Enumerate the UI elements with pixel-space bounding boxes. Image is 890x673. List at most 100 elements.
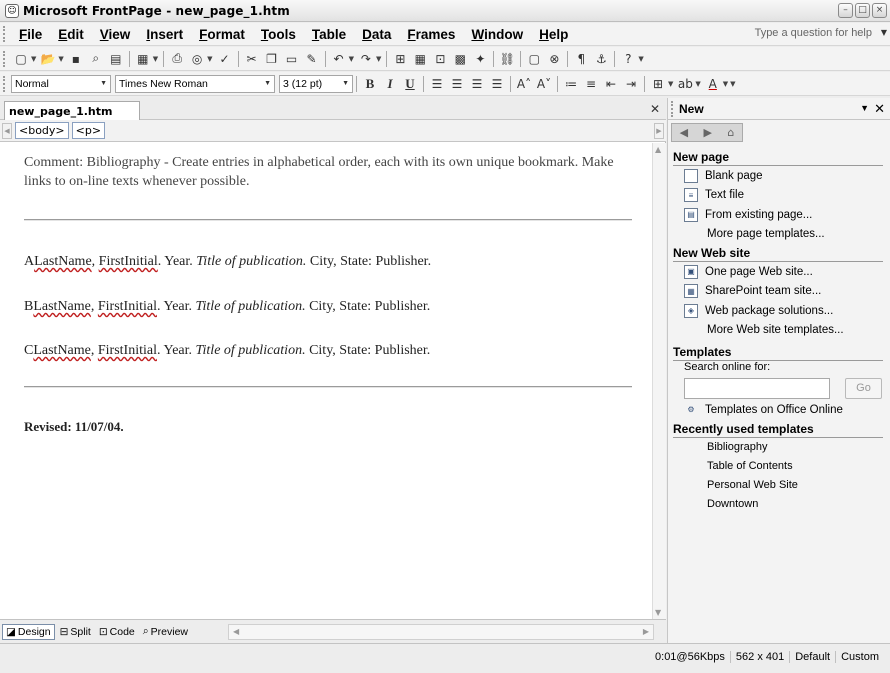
refresh-icon[interactable]: ▢ bbox=[525, 50, 543, 68]
recent-template-link[interactable]: Downtown bbox=[668, 495, 890, 514]
quick-tag-scroll-right-icon[interactable]: ▶ bbox=[654, 123, 664, 139]
decrease-font-icon[interactable]: A˅ bbox=[535, 75, 553, 93]
show-all-icon[interactable]: ¶ bbox=[572, 50, 590, 68]
menu-help[interactable]: Help bbox=[531, 27, 576, 42]
stop-icon[interactable]: ⊗ bbox=[545, 50, 563, 68]
menu-table[interactable]: Table bbox=[304, 27, 354, 42]
go-button[interactable]: Go bbox=[845, 377, 882, 399]
undo-icon[interactable]: ↶ bbox=[330, 50, 348, 68]
home-icon[interactable]: ⌂ bbox=[727, 126, 734, 139]
menu-view[interactable]: View bbox=[92, 27, 139, 42]
templates-office-online-link[interactable]: ⚙ Templates on Office Online bbox=[668, 400, 890, 420]
design-view-button[interactable]: ◪ Design bbox=[2, 623, 55, 640]
preview-icon[interactable]: ◎ bbox=[188, 50, 206, 68]
menu-frames[interactable]: Frames bbox=[399, 27, 463, 42]
paste-icon[interactable]: ▭ bbox=[283, 50, 301, 68]
scroll-up-icon[interactable]: ▲ bbox=[655, 145, 661, 154]
task-pane-grip[interactable] bbox=[671, 100, 676, 117]
design-view[interactable]: Comment: Bibliography - Create entries i… bbox=[0, 143, 652, 619]
split-view-button[interactable]: ⊟ Split bbox=[57, 625, 94, 639]
highlight-icon[interactable]: ab bbox=[676, 75, 694, 93]
font-color-icon[interactable]: A bbox=[704, 75, 722, 93]
bibliography-entry[interactable]: CLastName, FirstInitial. Year. Title of … bbox=[24, 342, 430, 360]
close-document-icon[interactable]: ✕ bbox=[650, 102, 660, 116]
one-page-web-site-link[interactable]: ▣ One page Web site... bbox=[668, 262, 890, 282]
horizontal-rule[interactable] bbox=[24, 219, 632, 221]
forward-icon[interactable]: ▶ bbox=[704, 126, 712, 139]
bold-icon[interactable]: B bbox=[361, 75, 379, 93]
sharepoint-team-site-link[interactable]: ▦ SharePoint team site... bbox=[668, 282, 890, 302]
copy-icon[interactable]: ❐ bbox=[263, 50, 281, 68]
menu-edit[interactable]: Edit bbox=[50, 27, 92, 42]
help-icon[interactable]: ? bbox=[619, 50, 637, 68]
menu-insert[interactable]: Insert bbox=[138, 27, 191, 42]
toolbar-options-icon[interactable]: ▼ bbox=[730, 80, 735, 88]
close-task-pane-icon[interactable]: ✕ bbox=[874, 101, 885, 117]
menu-tools[interactable]: Tools bbox=[253, 27, 304, 42]
quick-tag-scroll-left-icon[interactable]: ◀ bbox=[2, 122, 12, 139]
document-tab[interactable]: new_page_1.htm bbox=[4, 101, 140, 121]
menu-window[interactable]: Window bbox=[463, 27, 531, 42]
align-center-icon[interactable]: ☰ bbox=[448, 75, 466, 93]
download-time-status[interactable]: 0:01@56Kbps bbox=[650, 651, 730, 663]
menu-file[interactable]: File bbox=[11, 27, 50, 42]
open-dropdown-icon[interactable]: ▼ bbox=[58, 55, 63, 63]
redo-icon[interactable]: ↷ bbox=[357, 50, 375, 68]
find-icon[interactable]: ⌕ bbox=[87, 50, 105, 68]
new-page-icon[interactable]: ▢ bbox=[12, 50, 30, 68]
hyperlink-icon[interactable]: ⛓ bbox=[498, 50, 516, 68]
quick-tag-body[interactable]: <body> bbox=[15, 122, 69, 139]
ask-question-box[interactable]: Type a question for help bbox=[755, 27, 872, 39]
ask-dropdown-icon[interactable]: ▼ bbox=[881, 28, 887, 37]
toolbar-grip[interactable] bbox=[3, 50, 8, 67]
recent-template-link[interactable]: Bibliography bbox=[668, 438, 890, 457]
menu-grip[interactable] bbox=[3, 26, 8, 42]
insert-layer-icon[interactable]: ⊡ bbox=[431, 50, 449, 68]
increase-indent-icon[interactable]: ⇥ bbox=[622, 75, 640, 93]
quick-tag-p[interactable]: <p> bbox=[71, 122, 106, 139]
publish-icon[interactable]: ▦ bbox=[134, 50, 152, 68]
bullets-icon[interactable]: ≡ bbox=[582, 75, 600, 93]
horizontal-rule[interactable] bbox=[24, 386, 632, 388]
italic-icon[interactable]: I bbox=[381, 75, 399, 93]
maximize-button[interactable]: □ bbox=[855, 3, 870, 18]
page-size-status[interactable]: 562 x 401 bbox=[729, 651, 789, 663]
insert-table-icon[interactable]: ▦ bbox=[411, 50, 429, 68]
folder-list-icon[interactable]: ▤ bbox=[107, 50, 125, 68]
from-existing-page-link[interactable]: ▤ From existing page... bbox=[668, 205, 890, 225]
vertical-scrollbar[interactable]: ▲ ▼ bbox=[652, 143, 666, 619]
task-pane-menu-icon[interactable]: ▼ bbox=[860, 103, 869, 113]
toolbar-options-icon[interactable]: ▼ bbox=[638, 55, 643, 63]
custom-status[interactable]: Custom bbox=[835, 651, 884, 663]
revised-date[interactable]: Revised: 11/07/04. bbox=[24, 419, 124, 435]
bibliography-entry[interactable]: BLastName, FirstInitial. Year. Title of … bbox=[24, 298, 430, 316]
align-right-icon[interactable]: ☰ bbox=[468, 75, 486, 93]
new-dropdown-icon[interactable]: ▼ bbox=[31, 55, 36, 63]
decrease-indent-icon[interactable]: ⇤ bbox=[602, 75, 620, 93]
align-left-icon[interactable]: ☰ bbox=[428, 75, 446, 93]
numbering-icon[interactable]: ≔ bbox=[562, 75, 580, 93]
justify-icon[interactable]: ☰ bbox=[488, 75, 506, 93]
layer-anchor-icon[interactable]: ⚓ bbox=[592, 50, 610, 68]
style-select[interactable]: Normal ▼ bbox=[11, 74, 111, 93]
open-icon[interactable]: 📂 bbox=[39, 50, 57, 68]
print-icon[interactable]: ⎙ bbox=[168, 50, 186, 68]
save-icon[interactable]: ▪ bbox=[67, 50, 85, 68]
back-icon[interactable]: ◀ bbox=[680, 126, 688, 139]
default-status[interactable]: Default bbox=[789, 651, 835, 663]
preview-view-button[interactable]: ⌕ Preview bbox=[140, 624, 191, 639]
minimize-button[interactable]: – bbox=[838, 3, 853, 18]
scroll-right-icon[interactable]: ▶ bbox=[643, 627, 649, 636]
template-search-input[interactable] bbox=[684, 377, 830, 399]
web-component-icon[interactable]: ⊞ bbox=[391, 50, 409, 68]
format-painter-icon[interactable]: ✎ bbox=[303, 50, 321, 68]
scroll-left-icon[interactable]: ◀ bbox=[233, 627, 239, 636]
menu-data[interactable]: Data bbox=[354, 27, 399, 42]
more-page-templates-link[interactable]: More page templates... bbox=[668, 225, 890, 245]
more-web-site-templates-link[interactable]: More Web site templates... bbox=[668, 321, 890, 341]
increase-font-icon[interactable]: A˄ bbox=[515, 75, 533, 93]
blank-page-link[interactable]: Blank page bbox=[668, 166, 890, 186]
cut-icon[interactable]: ✂ bbox=[243, 50, 261, 68]
font-select[interactable]: Times New Roman ▼ bbox=[115, 74, 275, 93]
borders-icon[interactable]: ⊞ bbox=[649, 75, 667, 93]
